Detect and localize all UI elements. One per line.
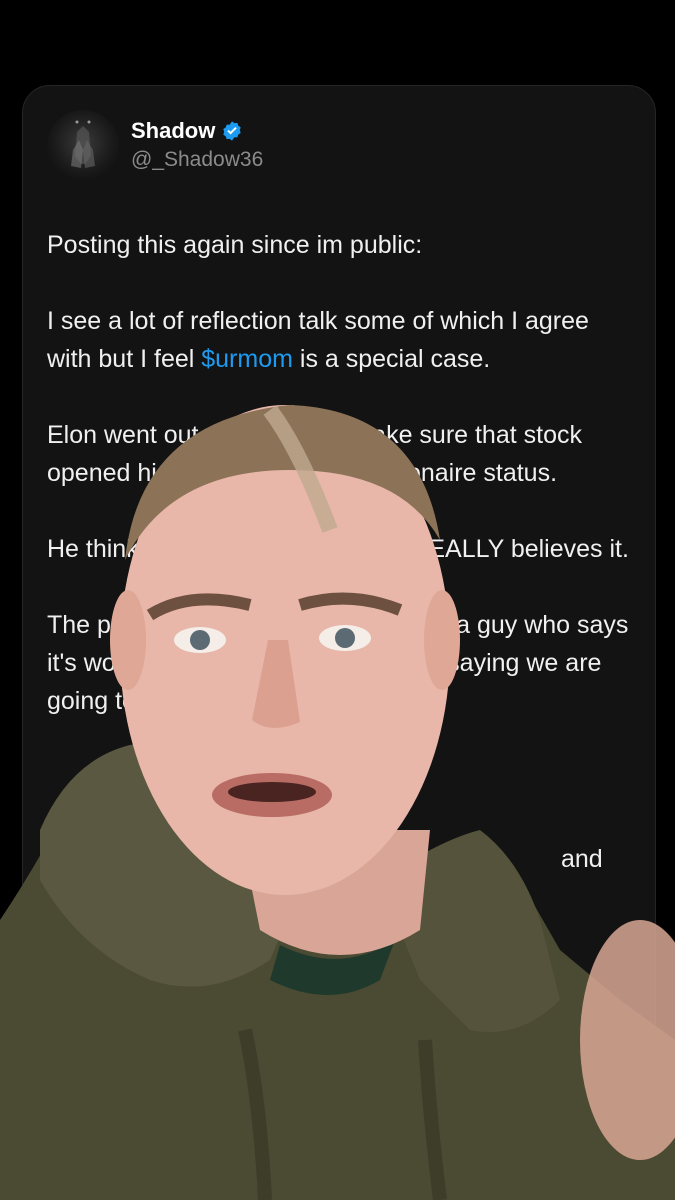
author-name-row: Shadow xyxy=(131,118,243,144)
tweet-paragraph-3: Elon went out of his way to make sure th… xyxy=(47,421,582,487)
author-handle[interactable]: @_Shadow36 xyxy=(131,148,263,172)
praying-hands-icon xyxy=(71,120,95,168)
tweet-paragraph-5: The pick I'm making is agreeing with a g… xyxy=(47,611,629,715)
verified-badge-icon xyxy=(223,121,242,141)
tweet-card: Shadow @_Shadow36 Posting this again sin… xyxy=(22,85,656,1087)
tweet-paragraph-4: He thinks it's going to moon, bro REALLY… xyxy=(47,535,629,563)
author-name[interactable]: Shadow xyxy=(131,118,215,144)
tweet-paragraph-tail: and xyxy=(561,845,603,873)
tweet-text: Posting this again since im public: I se… xyxy=(47,226,637,916)
avatar[interactable] xyxy=(47,110,119,182)
cashtag-link[interactable]: $urmom xyxy=(201,345,293,373)
tweet-paragraph-1: Posting this again since im public: xyxy=(47,231,423,259)
tweet-text-segment: is a special case. xyxy=(292,345,491,373)
tweet-paragraph-2: I see a lot of reflection talk some of w… xyxy=(47,302,637,378)
